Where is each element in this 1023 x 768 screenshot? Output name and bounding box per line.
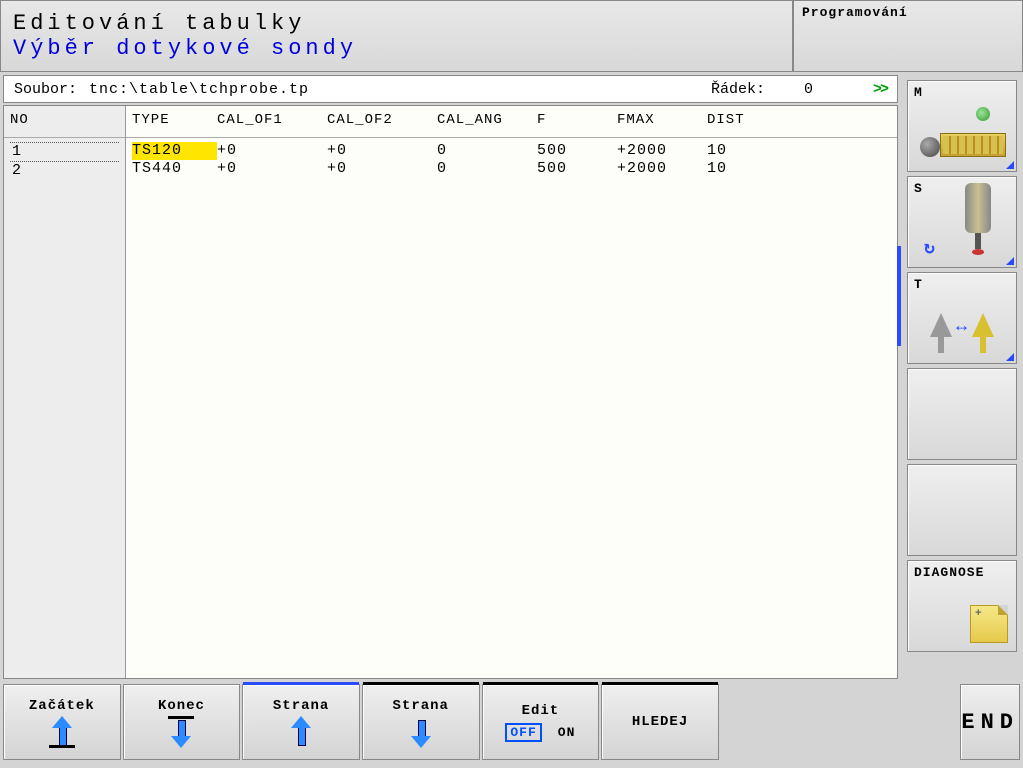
toggle-on[interactable]: ON xyxy=(558,725,576,740)
col-type: TYPE xyxy=(132,112,217,137)
col-calof1: CAL_OF1 xyxy=(217,112,327,137)
expand-icon xyxy=(1006,257,1014,265)
note-icon: + xyxy=(970,605,1008,643)
side-empty1[interactable] xyxy=(907,368,1017,460)
col-fmax: FMAX xyxy=(617,112,707,137)
softkey-page-up[interactable]: Strana xyxy=(242,684,360,760)
col-f: F xyxy=(537,112,617,137)
col-no: NO xyxy=(4,106,125,138)
side-empty2[interactable] xyxy=(907,464,1017,556)
mode-label: Programování xyxy=(793,0,1023,72)
cell-type[interactable]: TS440 xyxy=(132,160,217,178)
cell-fmax[interactable]: +2000 xyxy=(617,142,707,160)
main-panel: Soubor: tnc:\table\tchprobe.tp Řádek: 0 … xyxy=(0,72,901,682)
rotate-arrow-icon: ↻ xyxy=(924,237,936,259)
side-t-button[interactable]: T ↔ xyxy=(907,272,1017,364)
cell-type[interactable]: TS120 xyxy=(132,142,217,160)
title-line1: Editování tabulky xyxy=(13,11,780,36)
arrow-down-icon xyxy=(414,718,428,746)
col-calof2: CAL_OF2 xyxy=(327,112,437,137)
softkey-END-label: END xyxy=(961,710,1019,735)
softkey-search[interactable]: HLEDEJ xyxy=(601,684,719,760)
side-m-label: M xyxy=(914,85,923,100)
cell-f[interactable]: 500 xyxy=(537,160,617,178)
softkey-search-label: HLEDEJ xyxy=(632,714,688,730)
row-value: 0 xyxy=(773,81,813,98)
cell-calof2[interactable]: +0 xyxy=(327,142,437,160)
table-header: TYPE CAL_OF1 CAL_OF2 CAL_ANG F FMAX DIST xyxy=(126,106,897,138)
cell-fmax[interactable]: +2000 xyxy=(617,160,707,178)
softkey-end-label: Konec xyxy=(158,698,205,714)
table: NO 1 2 TYPE CAL_OF1 CAL_OF2 CAL_ANG F FM… xyxy=(3,105,898,679)
toggle-off[interactable]: OFF xyxy=(505,723,541,742)
cell-calof2[interactable]: +0 xyxy=(327,160,437,178)
softkey-pageup-label: Strana xyxy=(273,698,329,714)
scroll-right-icon[interactable]: >> xyxy=(873,81,887,98)
title-area: Editování tabulky Výběr dotykové sondy xyxy=(0,0,793,72)
file-label: Soubor: xyxy=(14,81,77,98)
side-panel: M S ↻ T ↔ DIAGNOSE + xyxy=(901,72,1023,682)
probe-tip-icon xyxy=(975,233,981,249)
tool-swap-icon: ↔ xyxy=(918,301,1006,353)
softkey-end-exit[interactable]: END xyxy=(960,684,1020,760)
cell-dist[interactable]: 10 xyxy=(707,142,797,160)
cell-calang[interactable]: 0 xyxy=(437,142,537,160)
probe-icon xyxy=(965,183,991,233)
col-dist: DIST xyxy=(707,112,797,137)
cell-calang[interactable]: 0 xyxy=(437,160,537,178)
cell-calof1[interactable]: +0 xyxy=(217,160,327,178)
title-line2: Výběr dotykové sondy xyxy=(13,36,780,61)
col-calang: CAL_ANG xyxy=(437,112,537,137)
file-bar: Soubor: tnc:\table\tchprobe.tp Řádek: 0 … xyxy=(3,75,898,103)
cell-dist[interactable]: 10 xyxy=(707,160,797,178)
side-s-label: S xyxy=(914,181,923,196)
arrow-down-icon xyxy=(174,718,188,746)
machine-icon xyxy=(916,107,1008,163)
softkey-page-down[interactable]: Strana xyxy=(362,684,480,760)
arrow-up-icon xyxy=(55,718,69,746)
softkey-begin[interactable]: Začátek xyxy=(3,684,121,760)
softkey-begin-label: Začátek xyxy=(29,698,95,714)
side-diagnose-button[interactable]: DIAGNOSE + xyxy=(907,560,1017,652)
side-s-button[interactable]: S ↻ xyxy=(907,176,1017,268)
softkey-pagedown-label: Strana xyxy=(393,698,449,714)
row-no[interactable]: 1 xyxy=(10,142,119,162)
softkey-bar: Začátek Konec Strana Strana Edit OFF ON … xyxy=(0,682,1023,762)
file-path: tnc:\table\tchprobe.tp xyxy=(89,81,309,98)
softkey-edit-label: Edit xyxy=(522,703,560,719)
softkey-end[interactable]: Konec xyxy=(123,684,241,760)
table-row[interactable]: TS440 +0 +0 0 500 +2000 10 xyxy=(132,160,891,178)
expand-icon xyxy=(1006,353,1014,361)
row-no[interactable]: 2 xyxy=(10,162,119,180)
row-label: Řádek: xyxy=(711,81,765,98)
side-m-button[interactable]: M xyxy=(907,80,1017,172)
softkey-edit-toggle[interactable]: Edit OFF ON xyxy=(482,684,600,760)
expand-icon xyxy=(1006,161,1014,169)
scrollbar[interactable] xyxy=(897,246,901,346)
table-row[interactable]: TS120 +0 +0 0 500 +2000 10 xyxy=(132,142,891,160)
cell-f[interactable]: 500 xyxy=(537,142,617,160)
side-t-label: T xyxy=(914,277,923,292)
arrow-up-icon xyxy=(294,718,308,746)
side-diagnose-label: DIAGNOSE xyxy=(914,565,984,580)
cell-calof1[interactable]: +0 xyxy=(217,142,327,160)
